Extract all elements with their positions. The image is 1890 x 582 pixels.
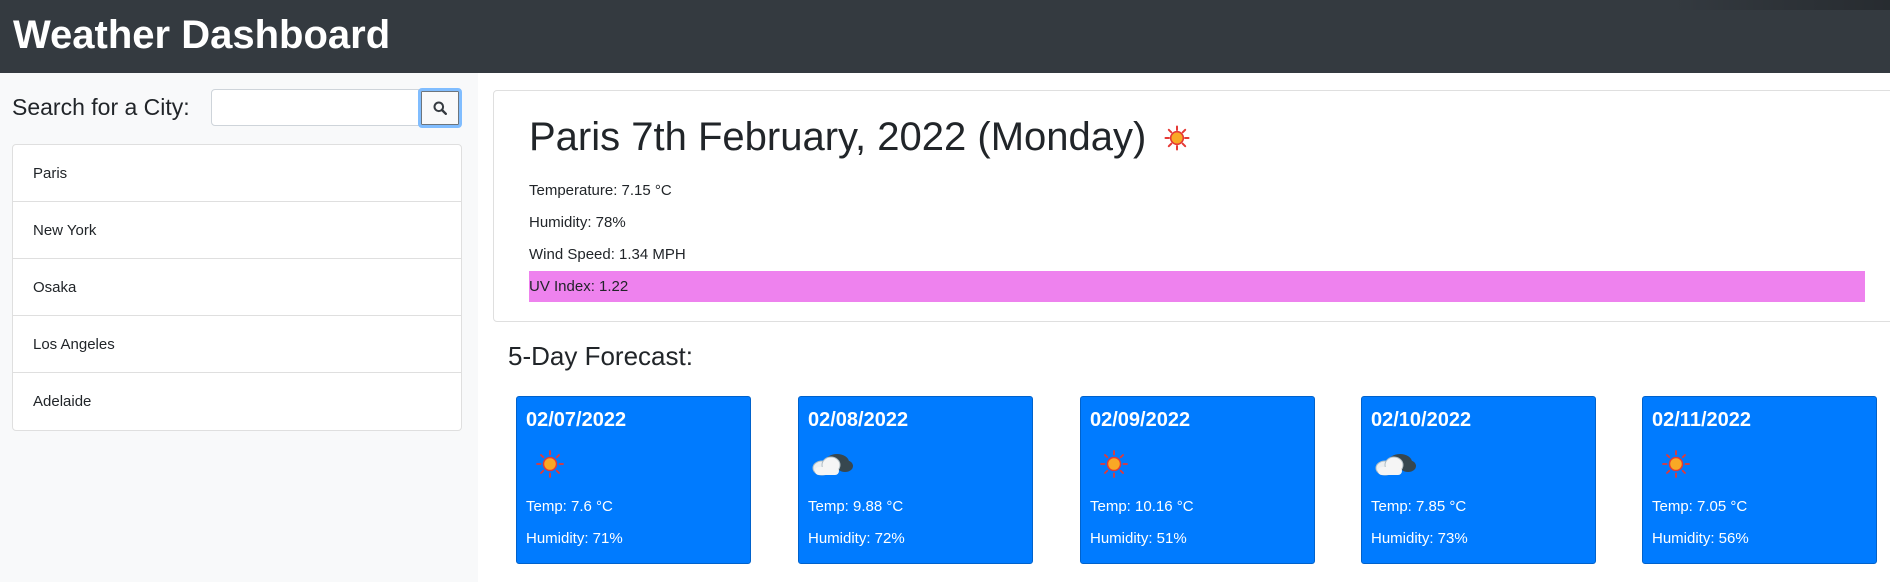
forecast-humidity: Humidity: 73% [1371,530,1468,547]
forecast-card: 02/11/2022 Temp: 7.05 °C Humidity: 56% [1642,396,1877,564]
sidebar: Search for a City: Paris New York Osaka … [0,73,478,582]
forecast-card: 02/08/2022 Temp: 9.88 °C Humidity: 72% [798,396,1033,564]
search-input[interactable] [211,89,419,126]
forecast-card: 02/09/2022 Temp: 10.16 °C Humidity: 51% [1080,396,1315,564]
search-label: Search for a City: [12,94,190,120]
forecast-date: 02/09/2022 [1090,409,1191,431]
sun-icon [1662,450,1690,478]
city-item-paris[interactable]: Paris [13,145,461,202]
sun-icon [1100,450,1128,478]
cloud-icon [1375,454,1416,476]
forecast-humidity: Humidity: 51% [1090,530,1187,547]
forecast-temp: Temp: 7.05 °C [1652,498,1748,515]
app-header: Weather Dashboard [0,0,1890,73]
humidity-text: Humidity: 78% [529,214,626,231]
city-item-new-york[interactable]: New York [13,202,461,259]
search-icon [433,101,447,115]
forecast-card: 02/10/2022 Temp: 7.85 °C Humidity: 73% [1361,396,1596,564]
search-button[interactable] [418,88,462,128]
cloud-icon [812,454,853,476]
forecast-temp: Temp: 7.6 °C [526,498,613,515]
forecast-humidity: Humidity: 71% [526,530,623,547]
page-title: Weather Dashboard [13,13,391,57]
city-history-list: Paris New York Osaka Los Angeles Adelaid… [12,144,462,431]
forecast-temp: Temp: 9.88 °C [808,498,904,515]
temperature-text: Temperature: 7.15 °C [529,182,672,199]
forecast-date: 02/08/2022 [808,409,909,431]
sun-icon [536,450,564,478]
forecast-temp: Temp: 7.85 °C [1371,498,1467,515]
forecast-title: 5-Day Forecast: [508,341,693,371]
city-item-adelaide[interactable]: Adelaide [13,373,461,430]
forecast-date: 02/10/2022 [1371,409,1472,431]
current-weather-card: Paris 7th February, 2022 (Monday) Temper… [493,90,1890,322]
city-item-los-angeles[interactable]: Los Angeles [13,316,461,373]
current-weather-title: Paris 7th February, 2022 (Monday) [529,115,1147,159]
forecast-date: 02/11/2022 [1652,409,1751,431]
sun-icon [1164,125,1190,151]
forecast-temp: Temp: 10.16 °C [1090,498,1194,515]
uv-index-bar: UV Index: 1.22 [529,271,1865,302]
forecast-humidity: Humidity: 56% [1652,530,1749,547]
uv-index-text: UV Index: 1.22 [529,278,629,295]
city-item-osaka[interactable]: Osaka [13,259,461,316]
forecast-humidity: Humidity: 72% [808,530,905,547]
forecast-date: 02/07/2022 [526,409,627,431]
header-shadow [1670,0,1890,10]
wind-speed-text: Wind Speed: 1.34 MPH [529,246,686,263]
forecast-card: 02/07/2022 Temp: 7.6 °C Humidity: 71% [516,396,751,564]
